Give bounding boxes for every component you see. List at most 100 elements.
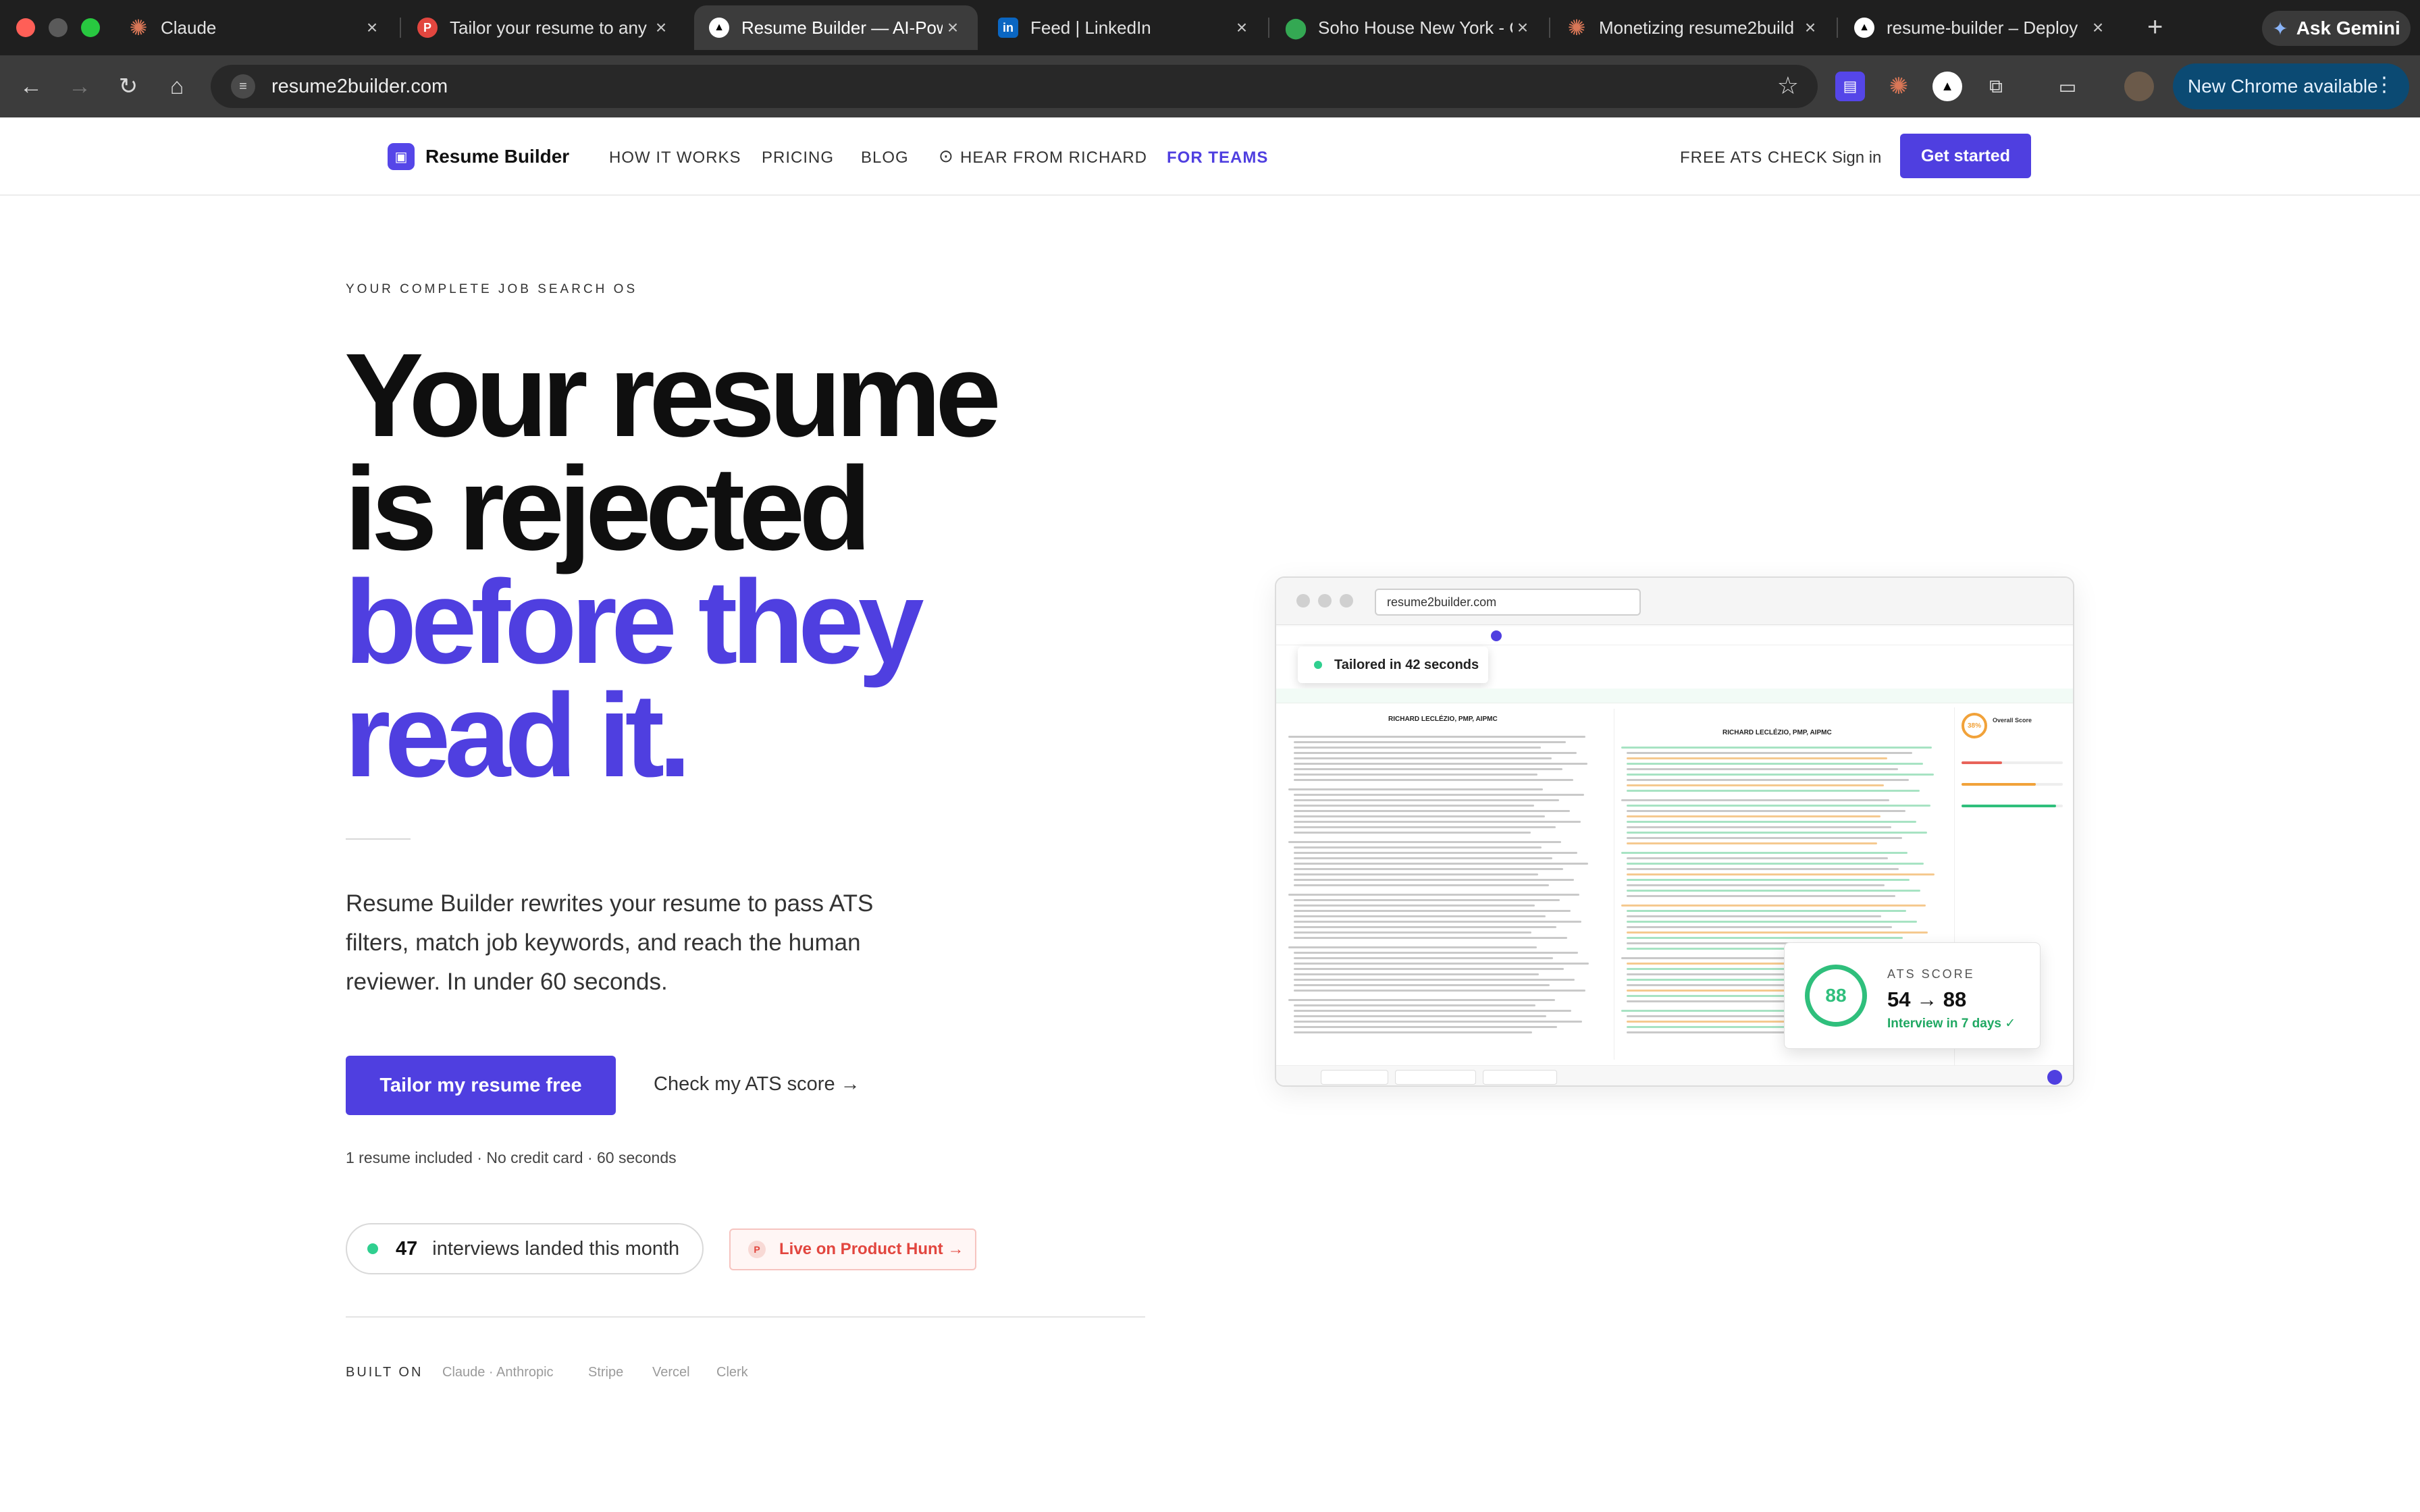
document-logo-icon: ▣ [388,143,415,170]
product-screenshot-mockup: resume2builder.com Tailored in 42 second… [1275,576,2074,1087]
brand-logo[interactable]: ▣ Resume Builder [388,143,569,170]
browser-tab-soho-house[interactable]: ⬤ Soho House New York - C × [1271,5,1548,50]
check-ats-score-link[interactable]: Check my ATS score → [654,1073,860,1096]
close-icon[interactable]: × [1800,17,1820,38]
mockup-window-dot [1340,594,1353,608]
address-bar[interactable]: ≡ resume2builder.com ☆ [211,65,1818,108]
resume-text-line [1294,905,1535,907]
headline-line-2: is rejected [344,443,872,575]
forward-arrow-icon[interactable]: → [65,72,95,101]
resume-text-line [1627,915,1881,917]
overall-score-label: Overall Score [1993,717,2032,724]
browser-tab-monetizing[interactable]: ✺ Monetizing resume2build × [1552,5,1835,50]
resume-text-line [1294,1015,1546,1017]
reload-icon[interactable]: ↻ [113,72,143,101]
home-icon[interactable]: ⌂ [162,72,192,101]
browser-tab-claude[interactable]: ✺ Claude × [113,5,397,50]
resume-text-line [1627,873,1935,875]
back-arrow-icon[interactable]: ← [16,72,46,101]
bookmark-star-icon[interactable]: ☆ [1777,72,1799,100]
mockup-footer-chip [1395,1070,1476,1085]
hero-eyebrow: YOUR COMPLETE JOB SEARCH OS [346,282,638,296]
ats-score-ring: 88 [1805,965,1867,1027]
tab-title: Tailor your resume to any [450,17,647,38]
headline-line-1: Your resume [344,329,1001,462]
nav-blog[interactable]: BLOG [861,148,909,167]
close-icon[interactable]: × [943,17,963,38]
ask-gemini-button[interactable]: ✦ Ask Gemini [2262,11,2411,46]
resume-text-line [1294,779,1573,781]
close-window-button[interactable] [16,18,35,37]
tab-title: Resume Builder — AI-Pow [741,17,943,38]
nav-free-ats-check[interactable]: FREE ATS CHECK [1680,148,1828,167]
tab-title: Claude [161,17,217,38]
mockup-footer-chip [1321,1070,1388,1085]
resume-text-line [1627,805,1930,807]
get-started-button[interactable]: Get started [1900,134,2031,178]
new-chrome-label: New Chrome available [2188,76,2378,97]
kebab-menu-icon[interactable]: ⋮ [2374,73,2394,97]
interviews-count: 47 [396,1237,418,1260]
close-icon[interactable]: × [362,17,382,38]
resume-text-line [1627,884,1885,886]
minimize-window-button[interactable] [49,18,68,37]
fullscreen-window-button[interactable] [81,18,100,37]
resume-text-line [1294,757,1552,759]
mockup-window-dot [1296,594,1310,608]
resume-text-line [1288,894,1579,896]
triangle-icon[interactable]: ▲ [1932,72,1962,101]
resume-text-line [1627,937,1903,939]
browser-tab-linkedin[interactable]: in Feed | LinkedIn × [983,5,1267,50]
resume-text-line [1627,763,1923,765]
interviews-badge: 47 interviews landed this month [346,1223,704,1274]
resume-text-line [1294,973,1539,975]
browser-tab-strip: ✺ Claude × P Tailor your resume to any ×… [0,0,2420,55]
tab-title: Monetizing resume2build [1599,17,1795,38]
close-icon[interactable]: × [651,17,671,38]
close-icon[interactable]: × [1232,17,1252,38]
tailor-resume-button[interactable]: Tailor my resume free [346,1056,616,1115]
resume-text-line [1621,747,1932,749]
resume-name: RICHARD LECLÉZIO, PMP, AIPMC [1722,729,1832,736]
resume-text-line [1627,768,1898,770]
cast-icon[interactable]: ▭ [2053,72,2082,101]
resume-text-line [1294,857,1552,859]
nav-sign-in[interactable]: Sign in [1832,148,1881,167]
browser-tab-deploy[interactable]: ▲ resume-builder – Deploy × [1839,5,2123,50]
triangle-icon: ▲ [709,18,729,38]
linkedin-icon: in [998,18,1018,38]
resume-text-line [1294,1004,1535,1006]
close-icon[interactable]: × [2088,17,2108,38]
nav-for-teams[interactable]: FOR TEAMS [1167,148,1268,167]
resume-text-line [1294,963,1589,965]
extensions-puzzle-icon[interactable]: ⧉ [1981,72,2011,101]
mockup-tab [1553,630,1564,641]
nav-pricing[interactable]: PRICING [762,148,834,167]
browser-tab-resume-builder[interactable]: ▲ Resume Builder — AI-Pow × [694,5,978,50]
site-info-icon[interactable]: ≡ [231,74,255,99]
claude-burst-icon[interactable]: ✺ [1884,72,1914,101]
mockup-window-dot [1318,594,1332,608]
product-hunt-badge[interactable]: P Live on Product Hunt → [729,1228,976,1270]
profile-avatar[interactable] [2124,72,2154,101]
resume-text-line [1627,832,1927,834]
resume-text-line [1294,968,1564,970]
mockup-footer-chip [1483,1070,1557,1085]
nav-hear-from-richard[interactable]: HEAR FROM RICHARD [960,148,1147,167]
new-chrome-available-button[interactable]: New Chrome available ⋮ [2173,63,2409,109]
resume-text-line [1627,815,1880,817]
claude-burst-icon: ✺ [1567,16,1586,40]
resume-text-line [1294,815,1545,817]
resume-text-line [1288,788,1543,790]
extension-docs-icon[interactable]: ▤ [1835,72,1865,101]
ats-score-card: 88 ATS SCORE 54 → 88 Interview in 7 days… [1784,942,2041,1049]
resume-text-line [1627,895,1895,897]
nav-how-it-works[interactable]: HOW IT WORKS [609,148,741,167]
resume-text-line [1288,736,1585,738]
close-icon[interactable]: × [1512,17,1533,38]
resume-text-line [1288,841,1561,843]
new-tab-button[interactable]: + [2147,12,2163,43]
browser-tab-tailor[interactable]: P Tailor your resume to any × [402,5,686,50]
resume-text-line [1627,826,1891,828]
resume-text-line [1294,821,1581,823]
